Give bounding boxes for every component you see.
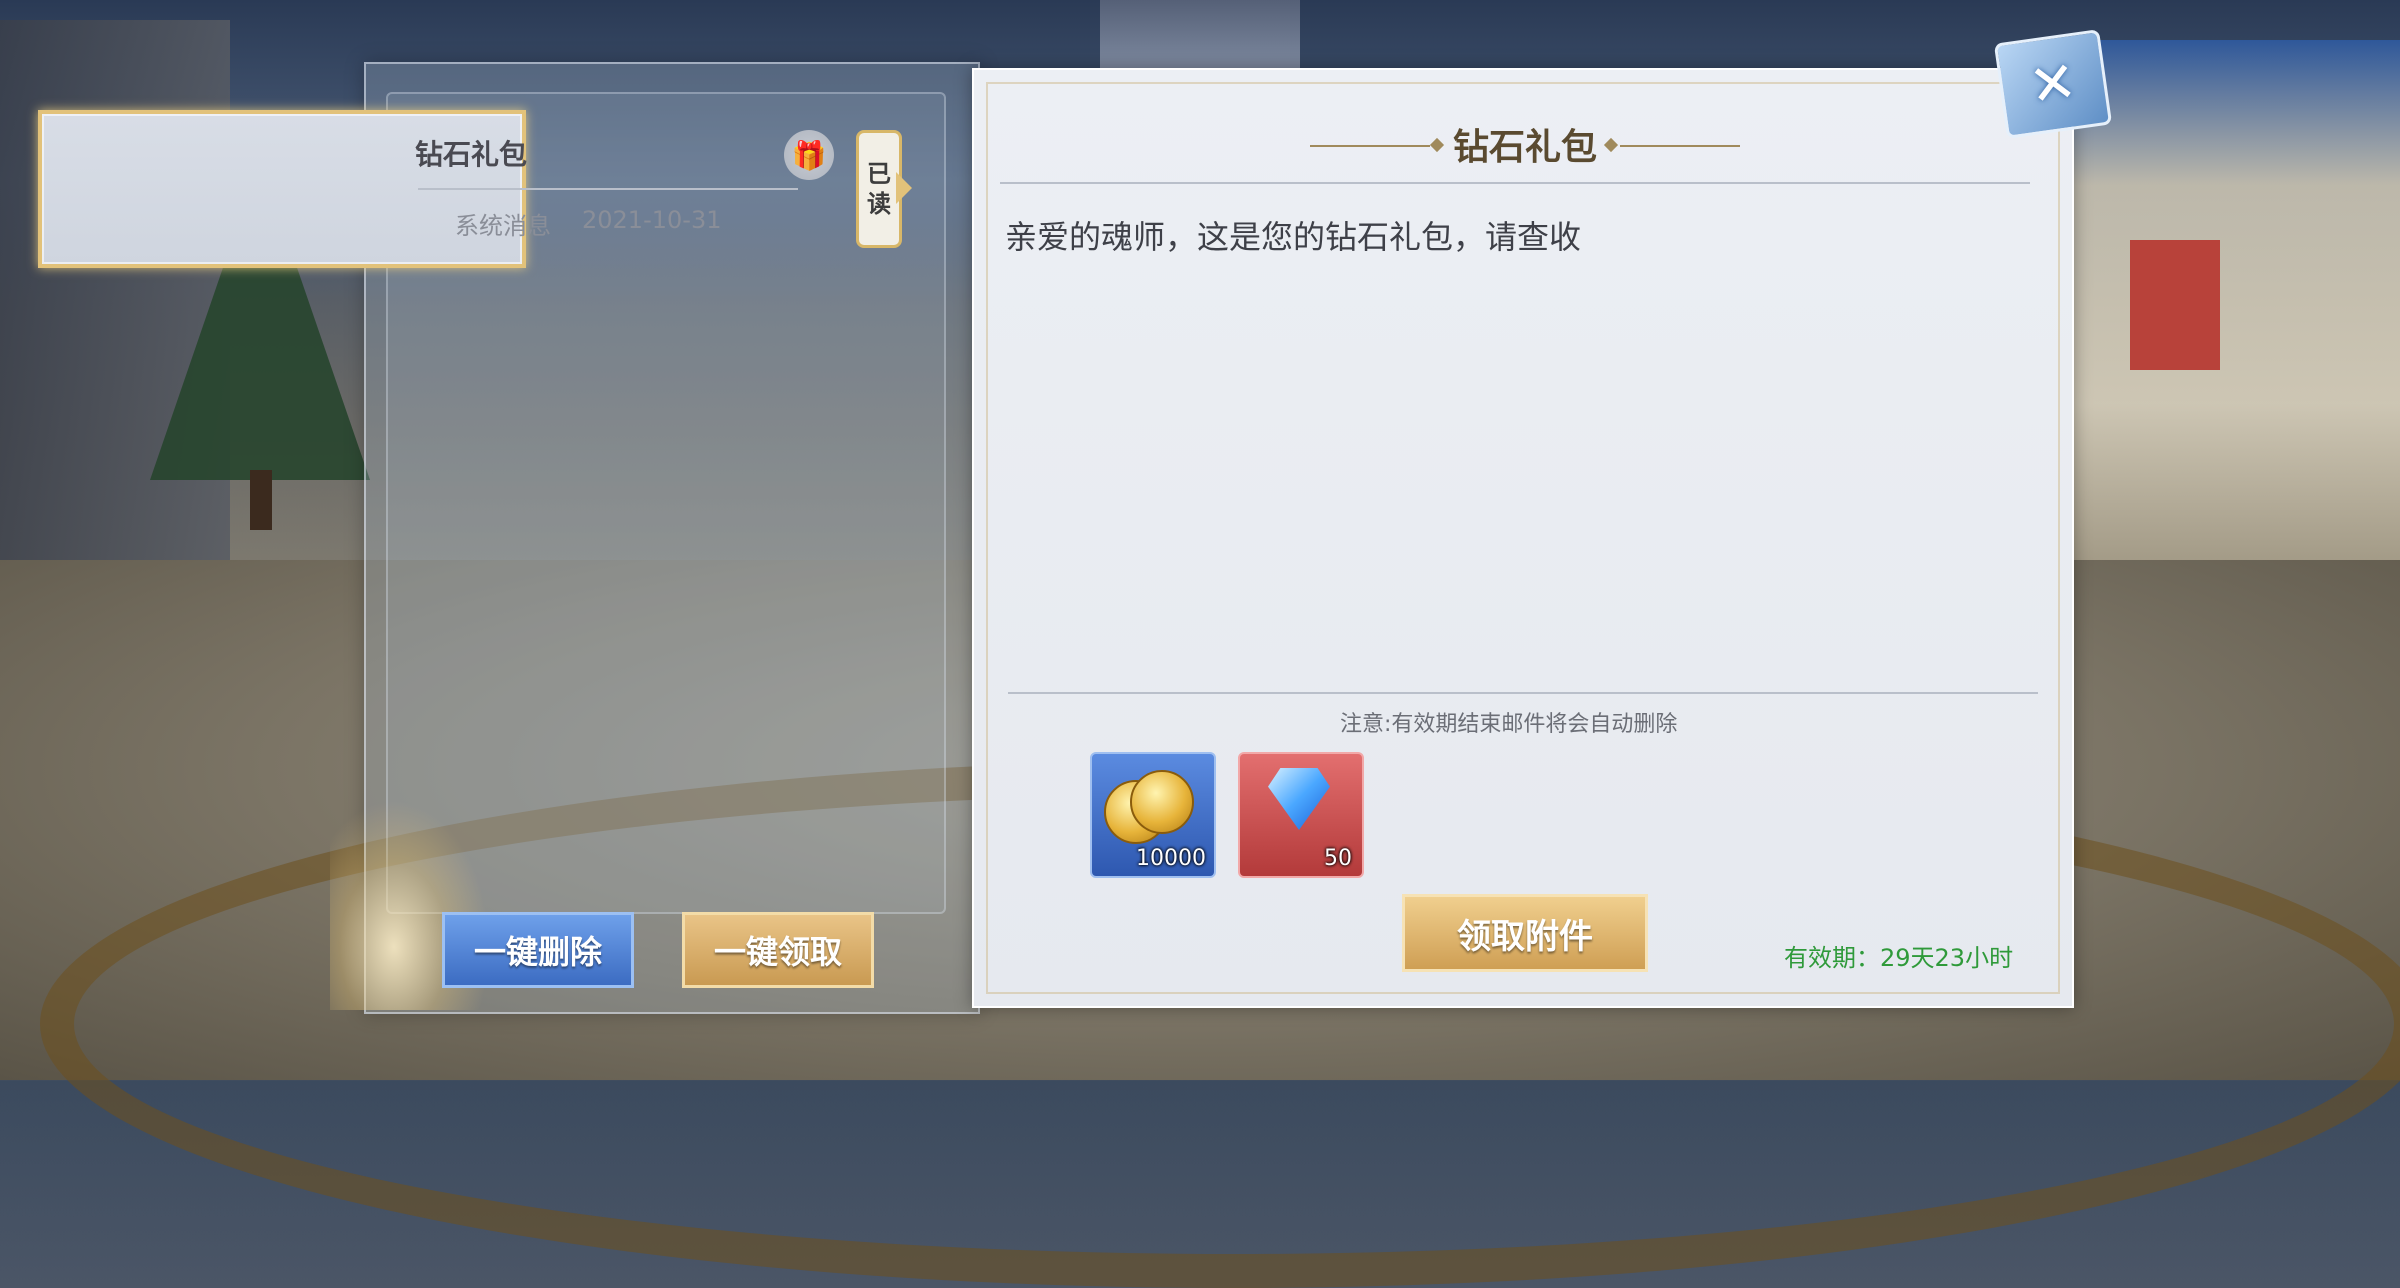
diamond-count: 50 [1324, 846, 1352, 871]
mail-item-divider [418, 188, 798, 190]
collect-all-button[interactable]: 一键领取 [682, 912, 874, 988]
title-ornament-right [1620, 145, 1740, 147]
selected-arrow-icon [896, 172, 912, 204]
mail-item-title: 钻石礼包 [415, 138, 528, 171]
close-button[interactable]: ✕ [1993, 29, 2113, 139]
mail-body: 亲爱的魂师，这是您的钻石礼包，请查收 [1005, 218, 1582, 256]
gift-icon: 🎁 [784, 130, 834, 180]
background-tree-trunk [250, 470, 272, 530]
background-castle-door [2130, 240, 2220, 370]
validity-text: 有效期：29天23小时 [1784, 944, 2014, 972]
read-status-line-2: 读 [867, 190, 891, 218]
mail-title: 钻石礼包 [1452, 126, 1597, 168]
close-icon: ✕ [2025, 48, 2081, 120]
title-ornament-left [1310, 145, 1430, 147]
background-spire [1100, 0, 1300, 70]
attachment-divider [1008, 692, 2038, 694]
read-status-line-1: 已 [867, 160, 891, 188]
gold-coin-count: 10000 [1136, 846, 1206, 871]
delete-all-button[interactable]: 一键删除 [442, 912, 634, 988]
claim-attachment-button[interactable]: 领取附件 [1402, 894, 1648, 972]
gold-coin-icon [1130, 770, 1194, 834]
expiry-notice: 注意:有效期结束邮件将会自动删除 [1340, 712, 1678, 737]
mail-item-sender: 系统消息 [455, 212, 551, 240]
header-divider [1000, 182, 2030, 184]
mail-item-date: 2021-10-31 [582, 206, 722, 234]
